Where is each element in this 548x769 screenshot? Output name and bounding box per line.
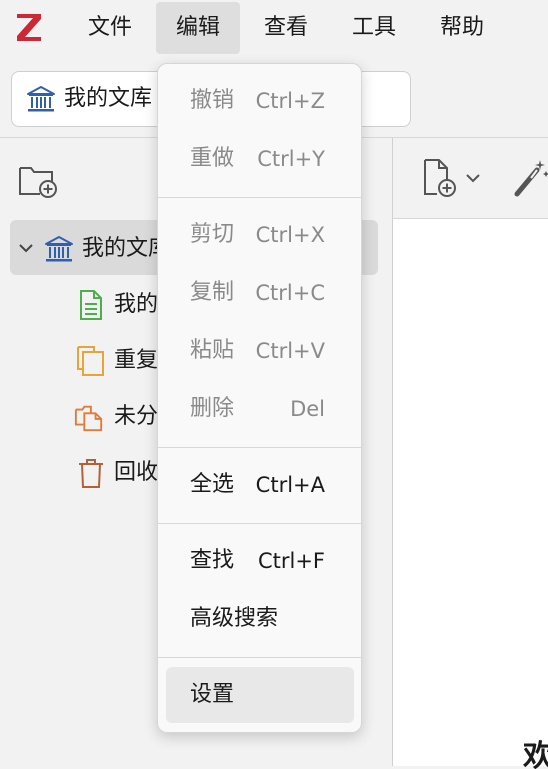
menu-view[interactable]: 查看: [244, 2, 328, 54]
new-collection-icon[interactable]: [18, 162, 58, 198]
menu-item-label: 粘贴: [190, 338, 235, 363]
tab-label: 我的文库: [64, 86, 153, 111]
menu-item-shortcut: Del: [290, 397, 325, 421]
menu-item-shortcut: Ctrl+A: [255, 473, 325, 497]
menu-item-shortcut: Ctrl+F: [257, 549, 325, 573]
menu-item-label: 剪切: [190, 222, 235, 247]
trash-icon: [79, 459, 103, 488]
publication-icon: [80, 290, 102, 320]
duplicate-icon: [77, 346, 104, 376]
menu-item-find[interactable]: 查找 Ctrl+F: [158, 534, 361, 588]
item-pane: 欢: [393, 219, 548, 769]
menu-item-settings[interactable]: 设置: [166, 667, 354, 723]
menu-item-shortcut: Ctrl+Z: [255, 89, 325, 113]
menu-item-label: 设置: [190, 682, 235, 707]
welcome-heading: 欢: [523, 739, 548, 769]
menu-item-shortcut: Ctrl+Y: [257, 147, 325, 171]
magic-wand-icon[interactable]: [513, 156, 548, 198]
menu-item-label: 撤销: [190, 88, 235, 113]
chevron-down-icon[interactable]: [18, 242, 34, 254]
menu-item-paste[interactable]: 粘贴 Ctrl+V: [158, 324, 361, 378]
library-icon: [45, 236, 73, 262]
menu-item-undo[interactable]: 撤销 Ctrl+Z: [158, 74, 361, 128]
library-icon: [27, 86, 55, 112]
menu-separator: [158, 523, 361, 524]
menu-separator: [158, 447, 361, 448]
items-toolbar: [393, 138, 548, 219]
chevron-down-icon[interactable]: [465, 172, 481, 184]
menu-item-label: 复制: [190, 280, 235, 305]
menu-item-label: 全选: [190, 472, 235, 497]
new-item-icon[interactable]: [421, 158, 457, 198]
menu-tools[interactable]: 工具: [332, 2, 416, 54]
menu-item-cut[interactable]: 剪切 Ctrl+X: [158, 208, 361, 262]
menu-help[interactable]: 帮助: [420, 2, 504, 54]
menu-item-label: 删除: [190, 396, 235, 421]
menu-item-select-all[interactable]: 全选 Ctrl+A: [158, 458, 361, 512]
menu-item-label: 查找: [190, 548, 235, 573]
zotero-logo-icon[interactable]: [14, 10, 44, 44]
menu-file[interactable]: 文件: [68, 2, 152, 54]
menu-item-shortcut: Ctrl+C: [255, 281, 325, 305]
menu-item-label: 高级搜索: [190, 606, 279, 631]
menu-item-label: 重做: [190, 146, 235, 171]
menu-item-shortcut: Ctrl+X: [255, 223, 325, 247]
menu-separator: [158, 197, 361, 198]
unfiled-icon: [74, 405, 103, 432]
menu-item-shortcut: Ctrl+V: [255, 339, 325, 363]
menu-item-delete[interactable]: 删除 Del: [158, 382, 361, 436]
menu-item-copy[interactable]: 复制 Ctrl+C: [158, 266, 361, 320]
menu-edit[interactable]: 编辑: [156, 2, 241, 54]
edit-menu-popup: 撤销 Ctrl+Z 重做 Ctrl+Y 剪切 Ctrl+X 复制 Ctrl+C …: [157, 63, 362, 733]
menu-separator: [158, 657, 361, 658]
menu-item-redo[interactable]: 重做 Ctrl+Y: [158, 132, 361, 186]
menu-item-advanced-search[interactable]: 高级搜索: [158, 592, 361, 646]
menubar: 文件 编辑 查看 工具 帮助: [0, 0, 548, 56]
